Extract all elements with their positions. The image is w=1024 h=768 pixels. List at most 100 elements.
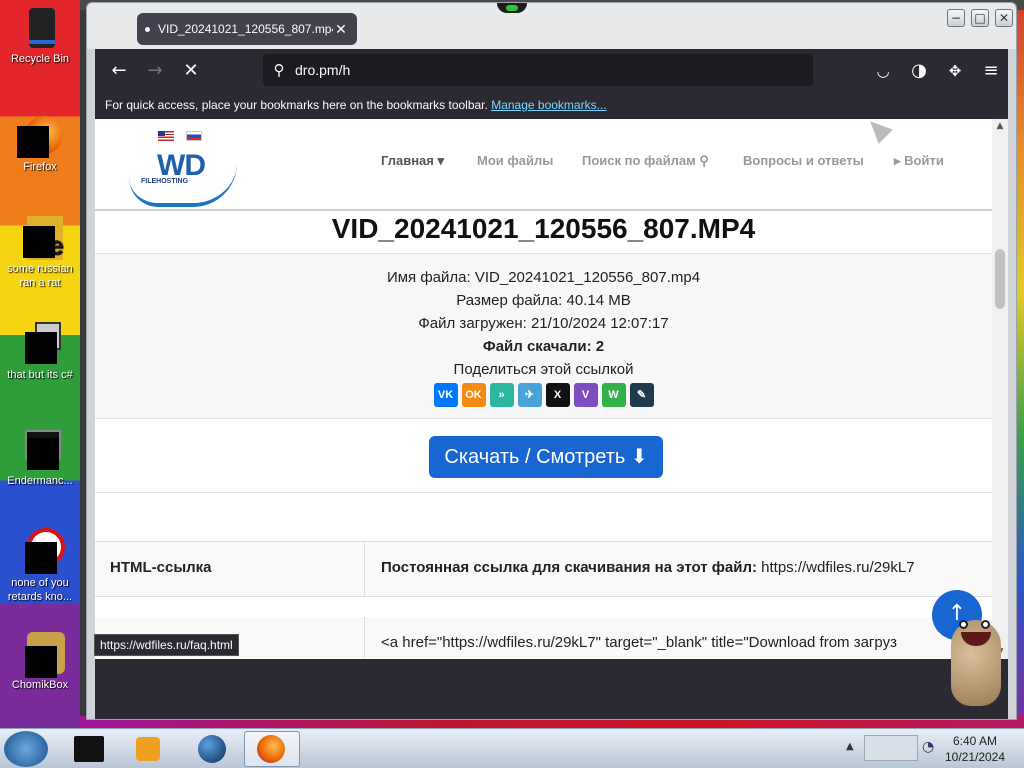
desktop-icon-rat[interactable]: e some russian ran a rat [4,214,76,290]
row-value[interactable]: Постоянная ссылка для скачивания на этот… [365,542,992,597]
globe-icon [198,735,226,763]
x-share-icon[interactable]: X [545,383,570,407]
desktop-icon-none[interactable]: none of you retards kno... [4,528,76,604]
window-bottom [95,659,1008,719]
desktop-icon-recycle-bin[interactable]: Recycle Bin [4,4,76,66]
logo-subtext: FILEHOSTING [141,178,189,185]
uploaded-value: 21/10/2024 12:07:17 [530,315,669,332]
desktop-icon-chomikbox[interactable]: ChomikBox [4,630,76,692]
app-icon: e [17,214,63,260]
file-size-line: Размер файла: 40.14 MB [95,289,992,312]
scroll-thumb[interactable] [995,249,1005,309]
flag-ru-icon[interactable] [185,131,202,141]
clock[interactable]: 6:40 AM 10/21/2024 [940,733,1010,765]
browser-window: VID_20241021_120556_807.mp4 ✕ − □ ✕ ← → … [86,2,1017,720]
file-title: VID_20241021_120556_807.MP4 [331,213,756,244]
menu-home[interactable]: Главная ▾ [381,153,444,169]
recycle-bin-icon [17,4,63,50]
messenger-share-icon[interactable]: » [489,383,514,407]
file-size-value: 40.14 MB [566,292,631,309]
desktop-icon-label: none of you retards kno... [7,577,73,603]
tab-active[interactable]: VID_20241021_120556_807.mp4 ✕ [137,13,357,45]
menu-faq[interactable]: Вопросы и ответы [743,153,864,168]
page-content: WD FILEHOSTING Главная ▾ Мои файлы Поиск… [95,119,1008,659]
stop-loading-button[interactable]: ✕ [177,57,205,85]
manage-bookmarks-link[interactable]: Manage bookmarks... [491,98,606,112]
window-nub [497,3,527,13]
desktop-icon-label: Endermanc... [7,475,73,487]
minimize-button[interactable]: − [947,9,965,27]
menu-search[interactable]: Поиск по файлам ⚲ [582,153,709,169]
close-tab-icon[interactable]: ✕ [333,21,349,38]
scroll-up-icon[interactable]: ▲ [992,121,1008,131]
extensions-icon[interactable]: ✥ [941,57,969,85]
desktop-icon-label: Firefox [23,161,57,173]
maximize-button[interactable]: □ [971,9,989,27]
url-bar[interactable]: ⚲ dro.pm/h [263,54,813,86]
site-logo[interactable]: WD FILEHOSTING [129,143,237,207]
uploaded-label: Файл загружен: [418,315,527,332]
bookmarks-notice: For quick access, place your bookmarks h… [105,98,488,112]
links-table: HTML-ссылка Постоянная ссылка для скачив… [95,541,992,659]
window-app-icon [17,426,63,472]
vk-share-icon[interactable]: VK [433,383,458,407]
row-value-bold: Постоянная ссылка для скачивания на этот… [381,559,757,576]
search-icon: ⚲ [273,62,285,79]
taskbar-app-firefox[interactable] [244,731,300,767]
taskbar-app-terminal[interactable] [62,731,118,767]
file-size-label: Размер файла: [456,292,563,309]
firefox-icon [257,735,285,763]
whatsapp-share-icon[interactable]: W [601,383,626,407]
page-scrollbar[interactable]: ▲ ▼ [992,119,1008,659]
navigation-toolbar: ← → ✕ ⚲ dro.pm/h ◡ ◑ ✥ ≡ [95,49,1008,91]
file-name-value: VID_20241021_120556_807.mp4 [474,269,701,286]
account-icon[interactable]: ◑ [905,57,933,85]
tray-app-icon[interactable] [864,735,918,761]
file-name-line: Имя файла: VID_20241021_120556_807.mp4 [95,266,992,289]
firefox-icon [17,112,63,158]
clock-date: 10/21/2024 [944,750,1006,764]
taskbar-app-media[interactable] [122,731,178,767]
file-icon [17,320,63,366]
flag-en-icon[interactable] [158,131,174,141]
start-button[interactable] [4,731,48,767]
livejournal-share-icon[interactable]: ✎ [629,383,654,407]
menu-my-files[interactable]: Мои файлы [477,153,553,168]
taskbar: ▲ ◔ 6:40 AM 10/21/2024 [0,728,1024,768]
menu-login[interactable]: ▸ Войти [894,153,944,169]
desktop-icon-label: that but its c# [7,369,73,381]
row-value-text: https://wdfiles.ru/29kL7 [756,559,915,576]
row-value[interactable]: <a href="https://wdfiles.ru/29kL7" targe… [365,617,992,659]
desktop-icon-endermanch[interactable]: Endermanc... [4,426,76,488]
media-player-icon [136,737,160,761]
menu-icon[interactable]: ≡ [977,57,1005,85]
download-button[interactable]: Скачать / Смотреть ⬇ [429,436,663,478]
back-button[interactable]: ← [105,57,133,85]
close-window-button[interactable]: ✕ [995,9,1013,27]
file-name-label: Имя файла: [386,269,471,286]
desktop-icon-label: ChomikBox [11,679,69,691]
taskbar-app-globe[interactable] [184,731,240,767]
tray-expand-icon[interactable]: ▲ [846,741,854,752]
row-value-text: <a href="https://wdfiles.ru/29kL7" targe… [381,634,897,651]
viber-share-icon[interactable]: V [573,383,598,407]
desktop-icon-csharp[interactable]: that but its c# [4,320,76,382]
file-info: Имя файла: VID_20241021_120556_807.mp4 Р… [95,253,992,419]
tab-title: VID_20241021_120556_807.mp4 [158,22,333,36]
download-zone: Скачать / Смотреть ⬇ [95,419,992,493]
uploaded-line: Файл загружен: 21/10/2024 12:07:17 [95,312,992,335]
tab-loading-dot [145,26,150,32]
desktop-icon-firefox[interactable]: Firefox [4,112,76,174]
network-icon[interactable]: ◔ [922,739,934,755]
row-label: HTML-ссылка [95,542,365,597]
title-bar: VID_20241021_120556_807.mp4 ✕ − □ ✕ [87,3,1016,49]
telegram-share-icon[interactable]: ✈ [517,383,542,407]
pocket-icon[interactable]: ◡ [869,57,897,85]
forward-button[interactable]: → [141,57,169,85]
desktop-icon-label: some russian ran a rat [7,263,73,289]
chomikbox-icon [17,630,65,678]
ok-share-icon[interactable]: OK [461,383,486,407]
hamster-mascot-icon [945,602,1007,708]
desktop-icon-label: Recycle Bin [10,53,70,65]
link-status-tooltip: https://wdfiles.ru/faq.html [94,634,239,656]
